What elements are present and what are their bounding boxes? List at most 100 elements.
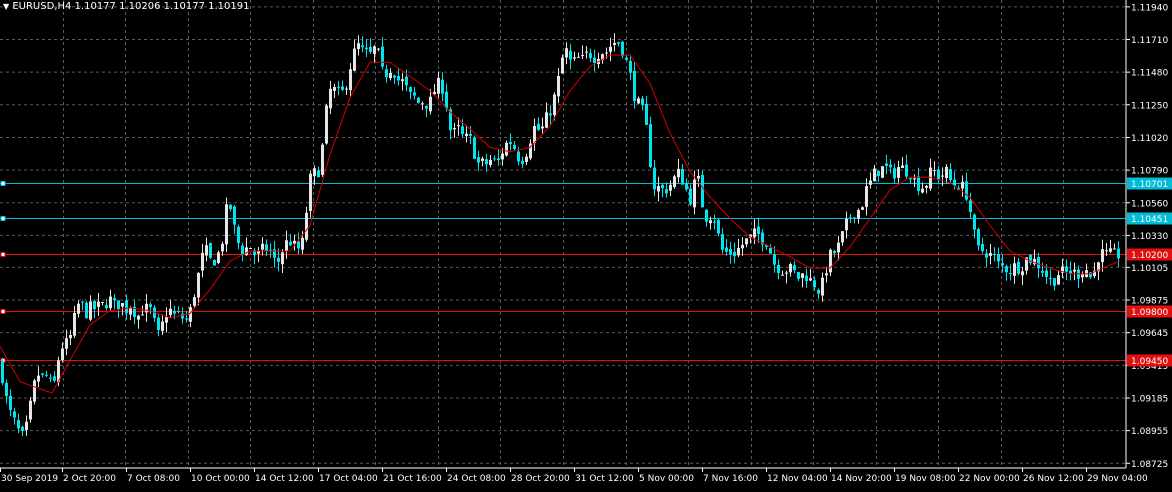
candle-body [369, 46, 372, 52]
candle-body [309, 173, 312, 211]
candle-body [885, 163, 888, 166]
candle-body [341, 86, 344, 90]
time-tick-label: 29 Nov 04:00 [1087, 474, 1148, 484]
candle-body [497, 158, 500, 160]
candle-body [565, 48, 568, 58]
candle-body [813, 280, 816, 288]
candle-body [693, 179, 696, 208]
candle-body [413, 92, 416, 96]
candle-body [669, 184, 672, 191]
candle-body [129, 308, 132, 315]
candle-body [841, 231, 844, 243]
candle-body [933, 170, 936, 172]
candle-body [965, 181, 968, 200]
candle-body [437, 77, 440, 94]
candle-body [401, 79, 404, 82]
candle-body [793, 265, 796, 271]
candle-body [229, 204, 232, 210]
candle-body [201, 252, 204, 271]
candle-body [49, 377, 52, 379]
candle-body [593, 57, 596, 63]
candle-body [917, 176, 920, 191]
level-label: 1.09450 [1131, 357, 1168, 367]
candle-body [17, 420, 20, 429]
candle-body [521, 160, 524, 164]
candle-body [1001, 263, 1004, 266]
candle-body [701, 174, 704, 208]
candle-body [713, 221, 716, 223]
candle-body [881, 166, 884, 178]
level-label: 1.09800 [1131, 308, 1168, 318]
candle-body [1005, 266, 1008, 273]
candle-body [1037, 257, 1040, 269]
level-label: 1.10701 [1131, 180, 1168, 190]
candle-body [1045, 270, 1048, 277]
candle-body [325, 105, 328, 144]
candle-body [893, 168, 896, 179]
candle-body [109, 296, 112, 309]
candle-body [649, 124, 652, 168]
time-tick-label: 14 Oct 12:00 [255, 474, 314, 484]
symbol-dropdown-icon[interactable]: ▼ [3, 2, 9, 11]
candle-body [305, 212, 308, 240]
candle-body [217, 252, 220, 263]
price-tick-label: 1.10560 [1131, 199, 1168, 209]
candle-body [913, 178, 916, 180]
candle-body [993, 253, 996, 255]
price-tick-label: 1.10330 [1131, 232, 1168, 242]
level-handle[interactable] [0, 216, 6, 221]
candle-body [405, 76, 408, 86]
candle-body [1109, 248, 1112, 252]
candle-body [525, 156, 528, 162]
candle-body [989, 252, 992, 256]
candle-body [501, 153, 504, 160]
price-tick-label: 1.11480 [1131, 69, 1168, 79]
candle-body [9, 395, 12, 410]
candle-body [633, 70, 636, 102]
candle-body [977, 229, 980, 246]
candle-body [1057, 275, 1060, 285]
candle-body [653, 167, 656, 190]
candle-body [169, 308, 172, 315]
candle-body [117, 300, 120, 309]
candle-body [345, 88, 348, 90]
candle-body [1065, 266, 1068, 272]
candle-body [605, 52, 608, 54]
candle-body [313, 168, 316, 176]
price-chart[interactable]: 1.11940 1.11710 1.11480 1.11250 1.11020 1.107… [0, 0, 1172, 488]
candle-body [13, 411, 16, 418]
candle-body [905, 164, 908, 177]
candle-body [937, 169, 940, 180]
time-tick-label: 10 Oct 00:00 [191, 474, 250, 484]
candle-body [33, 380, 36, 402]
candle-body [625, 57, 628, 60]
candle-body [385, 69, 388, 78]
candle-body [281, 252, 284, 265]
candle-body [741, 244, 744, 249]
candle-body [681, 168, 684, 185]
candle-body [581, 54, 584, 56]
candle-body [717, 219, 720, 234]
candle-body [505, 142, 508, 156]
price-tick-label: 1.11940 [1131, 3, 1168, 13]
candle-body [553, 94, 556, 116]
level-handle[interactable] [0, 309, 6, 314]
candle-body [1009, 273, 1012, 275]
candle-body [457, 125, 460, 127]
candle-body [389, 72, 392, 79]
candle-body [185, 318, 188, 320]
candle-body [65, 338, 68, 349]
level-handle[interactable] [0, 252, 6, 257]
level-handle[interactable] [0, 181, 6, 186]
candle-body [609, 46, 612, 52]
candle-body [337, 86, 340, 88]
candle-body [397, 76, 400, 81]
candle-body [237, 226, 240, 244]
time-tick-label: 21 Oct 16:00 [383, 474, 442, 484]
candle-body [541, 126, 544, 129]
candle-body [785, 272, 788, 274]
time-tick-label: 28 Oct 20:00 [511, 474, 570, 484]
candle-body [241, 245, 244, 256]
chart-window[interactable]: 1.11940 1.11710 1.11480 1.11250 1.11020 1.107… [0, 0, 1172, 488]
price-tick-label: 1.11020 [1131, 134, 1168, 144]
